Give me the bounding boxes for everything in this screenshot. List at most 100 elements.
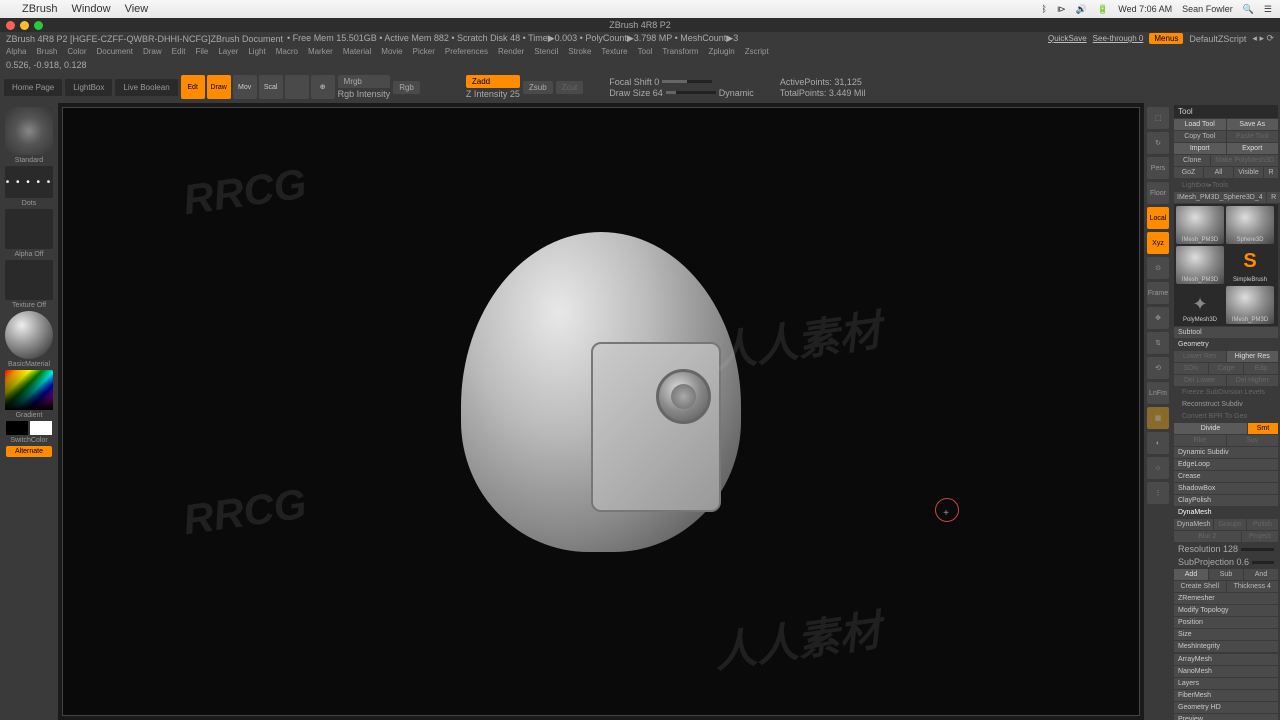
default-script[interactable]: DefaultZScript [1189,34,1246,44]
menu-brush[interactable]: Brush [36,47,57,56]
and-button[interactable]: And [1244,569,1278,580]
menu-edit[interactable]: Edit [172,47,186,56]
layers-section[interactable]: Layers [1174,678,1278,689]
polyframe-icon[interactable]: ▦ [1147,407,1169,429]
menu-macro[interactable]: Macro [276,47,298,56]
script-nav-icon[interactable]: ◂ ▸ ⟳ [1252,33,1274,44]
viewport[interactable]: + RRCG 人人素材 RRCG 人人素材 [62,107,1140,716]
menu-transform[interactable]: Transform [662,47,698,56]
dynamic-subdiv-section[interactable]: Dynamic Subdiv [1174,447,1278,458]
export-button[interactable]: Export [1227,143,1279,154]
menu-stroke[interactable]: Stroke [568,47,591,56]
reconstruct-subdiv[interactable]: Reconstruct Subdiv [1174,399,1278,410]
battery-icon[interactable]: 🔋 [1097,4,1108,15]
crease-section[interactable]: Crease [1174,471,1278,482]
lower-res-button[interactable]: Lower Res [1174,351,1226,362]
copy-tool-button[interactable]: Copy Tool [1174,131,1226,142]
user-name[interactable]: Sean Fowler [1182,4,1233,14]
rotate-view-icon[interactable]: ⟲ [1147,357,1169,379]
claypolish-section[interactable]: ClayPolish [1174,495,1278,506]
fibermesh-section[interactable]: FiberMesh [1174,690,1278,701]
scale-button[interactable]: Scal [259,75,283,99]
tool-r-flag[interactable]: R [1267,192,1280,203]
geometry-section[interactable]: Geometry [1174,339,1278,350]
tool-thumb[interactable]: IMesh_PM3D [1176,246,1224,284]
rgb-intensity-label[interactable]: Rgb Intensity [338,89,391,99]
menu-movie[interactable]: Movie [381,47,402,56]
import-button[interactable]: Import [1174,143,1226,154]
tab-home[interactable]: Home Page [4,79,62,96]
geometryhd-section[interactable]: Geometry HD [1174,702,1278,713]
position-section[interactable]: Position [1174,617,1278,628]
shadowbox-section[interactable]: ShadowBox [1174,483,1278,494]
zoom-view-icon[interactable]: ⇅ [1147,332,1169,354]
smt-button[interactable]: Smt [1248,423,1278,434]
alpha-preview[interactable] [5,209,53,249]
mrgb-button[interactable]: Mrgb [338,75,391,88]
arraymesh-section[interactable]: ArrayMesh [1174,654,1278,665]
goz-button[interactable]: GoZ [1174,167,1203,178]
suv-button[interactable]: Suv [1227,435,1279,446]
local-toggle[interactable]: Local [1147,207,1169,229]
menu-zscript[interactable]: Zscript [745,47,769,56]
frame-button[interactable]: Frame [1147,282,1169,304]
texture-preview[interactable] [5,260,53,300]
volume-icon[interactable]: 🔊 [1076,4,1087,15]
switchcolor-label[interactable]: SwitchColor [10,437,47,444]
project-button[interactable]: Project [1242,531,1278,542]
tool-thumb[interactable]: IMesh_PM3D [1226,286,1274,324]
wifi-icon[interactable]: ⧐ [1057,4,1066,15]
dynamesh-button[interactable]: DynaMesh [1174,519,1213,530]
divide-button[interactable]: Divide [1174,423,1247,434]
menu-light[interactable]: Light [248,47,265,56]
polish-button[interactable]: Polish [1247,519,1278,530]
rgb-button[interactable]: Rgb [393,81,420,94]
zadd-button[interactable]: Zadd [466,75,520,88]
paste-tool-button[interactable]: Paste Tool [1227,131,1279,142]
menu-document[interactable]: Document [97,47,133,56]
menu-icon[interactable]: ☰ [1264,4,1272,15]
menu-alpha[interactable]: Alpha [6,47,26,56]
transp-icon[interactable]: ◐ [1147,432,1169,454]
convert-bpr[interactable]: Convert BPR To Geo [1174,411,1278,422]
material-preview[interactable] [5,311,53,359]
close-icon[interactable] [6,21,15,30]
move-view-icon[interactable]: ✥ [1147,307,1169,329]
brush-preview[interactable] [5,107,53,155]
maximize-icon[interactable] [34,21,43,30]
higher-res-button[interactable]: Higher Res [1227,351,1279,362]
move-button[interactable]: Mov [233,75,257,99]
edit-button[interactable]: Edt [181,75,205,99]
menu-texture[interactable]: Texture [601,47,627,56]
zcut-button[interactable]: Zcut [556,81,584,94]
floor-toggle[interactable]: Floor [1147,182,1169,204]
search-icon[interactable]: 🔍 [1243,4,1254,15]
center-icon[interactable]: ⊙ [1147,257,1169,279]
app-name[interactable]: ZBrush [22,3,57,15]
lnfm-button[interactable]: LnFm [1147,382,1169,404]
add-button[interactable]: Add [1174,569,1208,580]
tool-thumb[interactable]: Sphere3D [1226,206,1274,244]
menu-layer[interactable]: Layer [218,47,238,56]
thickness-slider[interactable]: Thickness 4 [1227,581,1279,592]
groups-button[interactable]: Groups [1214,519,1245,530]
draw-size-label[interactable]: Draw Size 64 [609,88,663,98]
gradient-label[interactable]: Gradient [16,412,43,419]
bpr-icon[interactable]: ⬚ [1147,107,1169,129]
seethrough-slider[interactable]: See-through 0 [1093,34,1144,43]
subtool-section[interactable]: Subtool [1174,327,1278,338]
mac-menu-view[interactable]: View [125,3,149,15]
xpose-icon[interactable]: ⋮ [1147,482,1169,504]
mac-menu-window[interactable]: Window [71,3,110,15]
size-section[interactable]: Size [1174,629,1278,640]
rotate-button[interactable] [285,75,309,99]
color-picker[interactable] [5,370,53,410]
zremesher-section[interactable]: ZRemesher [1174,593,1278,604]
clock[interactable]: Wed 7:06 AM [1118,4,1172,14]
menu-picker[interactable]: Picker [413,47,435,56]
goz-visible-button[interactable]: Visible [1234,167,1263,178]
solo-icon[interactable]: ○ [1147,457,1169,479]
swatch-primary[interactable] [30,421,52,435]
xyz-toggle[interactable]: Xyz [1147,232,1169,254]
active-tool-name[interactable]: IMesh_PM3D_Sphere3D_4 [1174,192,1266,203]
